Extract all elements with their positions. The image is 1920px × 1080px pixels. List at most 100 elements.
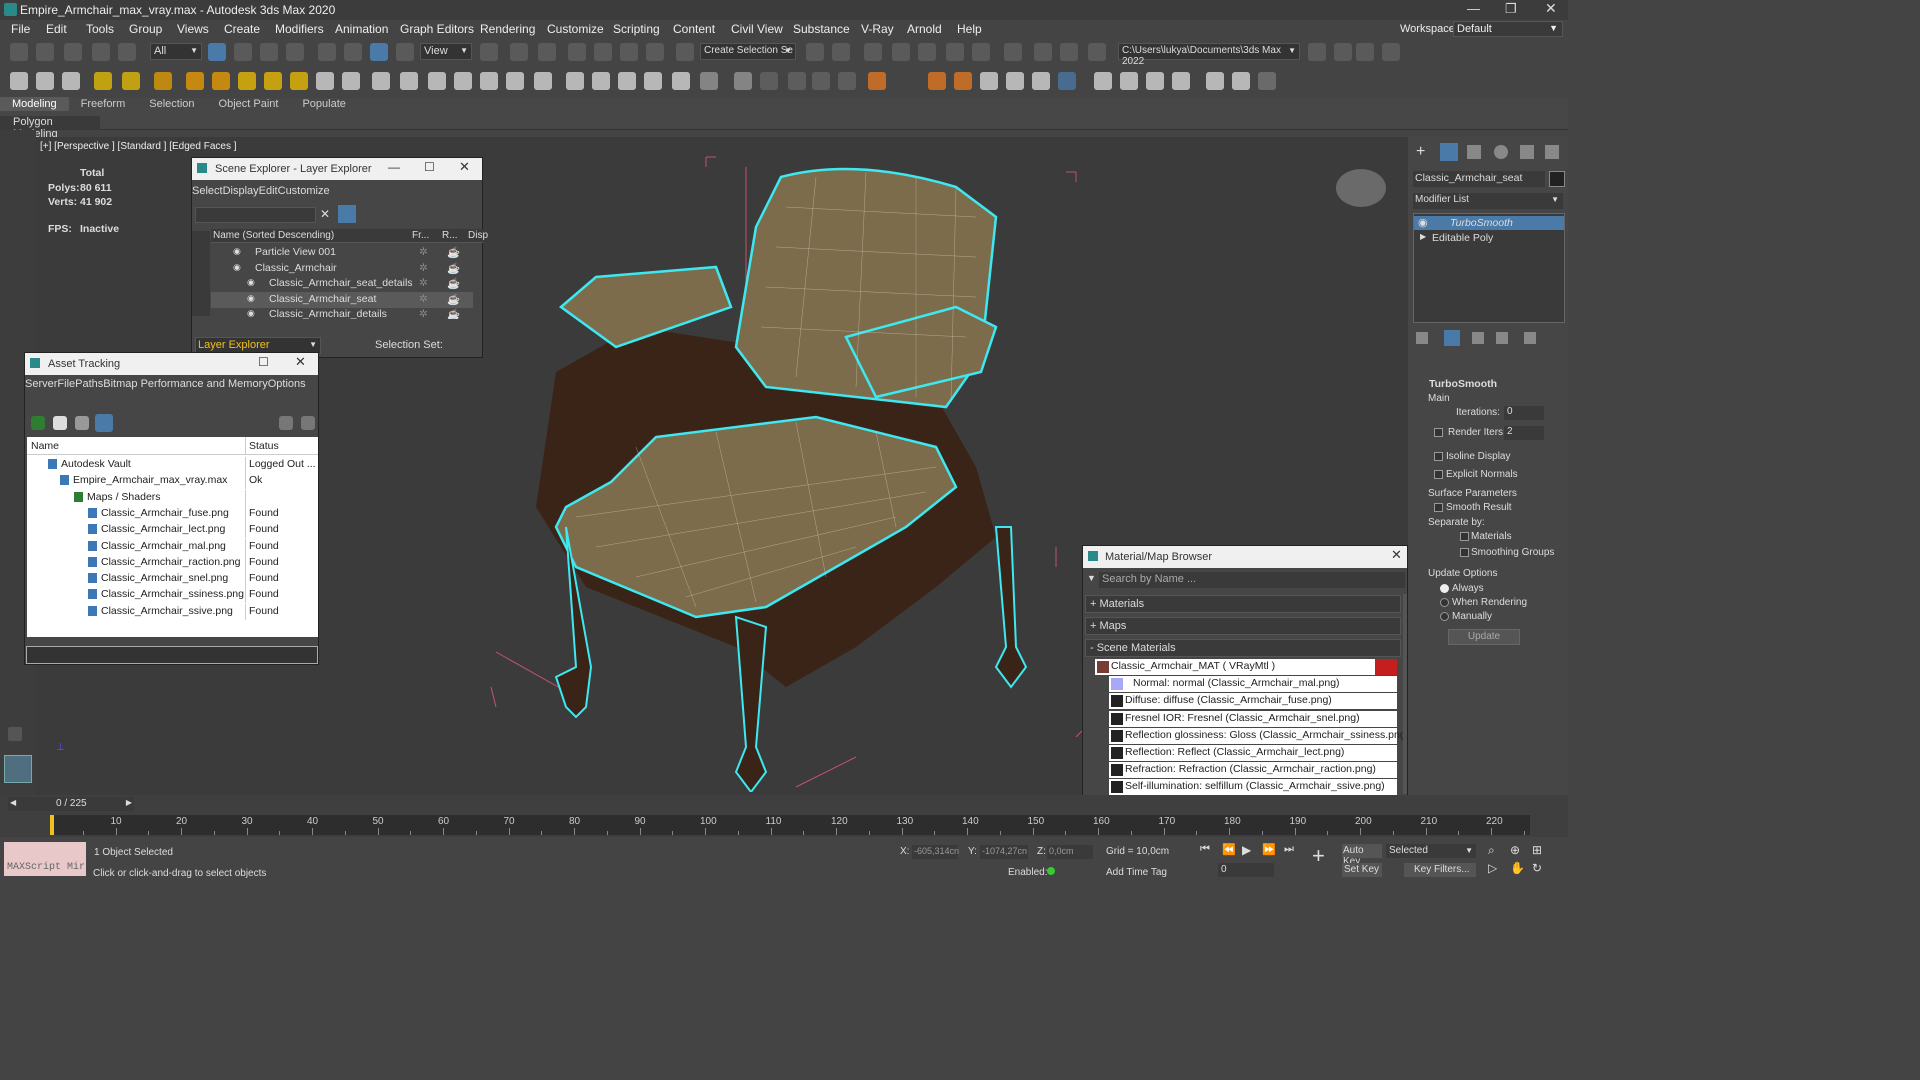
material-search-input[interactable]: Search by Name ...	[1099, 572, 1405, 588]
asset-row[interactable]: Classic_Armchair_ssiness.png Found	[27, 587, 318, 604]
close-icon[interactable]: ✕	[1545, 0, 1557, 17]
menu-item-modifiers[interactable]: Modifiers	[275, 22, 324, 36]
time-ruler[interactable]: 10 20 30 40 50 60 70 80 90 100 110 120 130 140 150 160 1…	[50, 815, 1530, 835]
clear-search-icon[interactable]: ✕	[320, 207, 330, 221]
toolbar-tool-icon[interactable]	[506, 72, 524, 90]
toolbar-tool-icon[interactable]	[644, 72, 662, 90]
zoom-icon[interactable]: ⌕	[1488, 843, 1495, 858]
scene-materials-group[interactable]: - Scene Materials	[1085, 639, 1401, 657]
tree-row[interactable]: ◉ Particle View 001 ✲ ☕	[211, 245, 473, 261]
toolbar-tool-icon[interactable]	[154, 72, 172, 90]
time-slider[interactable]: ◀ 0 / 225 ▶	[8, 797, 134, 811]
toolbar-tool-icon[interactable]	[618, 72, 636, 90]
auto-key-button[interactable]: Auto Key	[1342, 844, 1382, 867]
filter-icon[interactable]	[338, 205, 356, 223]
goto-start-icon[interactable]: ⏮	[1200, 843, 1210, 856]
toolbar-tool-icon[interactable]	[946, 43, 964, 61]
toolbar-tool-icon[interactable]	[1146, 72, 1164, 90]
toolbar-tool-icon[interactable]	[734, 72, 752, 90]
toolbar-tool-icon[interactable]	[480, 43, 498, 61]
menu-item-views[interactable]: Views	[177, 22, 209, 36]
display-tab-icon[interactable]	[1520, 145, 1534, 159]
menu-item-civil-view[interactable]: Civil View	[731, 22, 783, 36]
settings-icon[interactable]	[301, 416, 315, 430]
toolbar-tool-icon[interactable]	[788, 72, 806, 90]
toolbar-tool-icon[interactable]	[864, 43, 882, 61]
options-arrow-icon[interactable]: ▼	[1087, 573, 1096, 583]
x-coordinate[interactable]: -605,314cn	[912, 845, 959, 859]
toolbar-tool-icon[interactable]	[370, 43, 388, 61]
zoom-all-icon[interactable]: ⊕	[1510, 843, 1520, 857]
current-frame-field[interactable]: 0	[1218, 863, 1274, 877]
selection-filter-dropdown[interactable]: All ▼	[150, 43, 202, 60]
stack-turbosmooth[interactable]: ◉ TurboSmooth	[1414, 216, 1564, 230]
armchair-model[interactable]	[436, 147, 1136, 792]
add-time-tag[interactable]: Add Time Tag	[1106, 867, 1167, 878]
modify-tab-icon[interactable]	[1440, 143, 1458, 161]
toolbar-tool-icon[interactable]	[918, 43, 936, 61]
toolbar-tool-icon[interactable]	[260, 43, 278, 61]
pan-icon[interactable]: ✋	[1510, 861, 1525, 875]
scene-search-input[interactable]	[195, 207, 316, 223]
viewport-layout-icon[interactable]	[4, 755, 32, 783]
toolbar-tool-icon[interactable]	[538, 43, 556, 61]
iterations-spinner[interactable]: 0	[1504, 406, 1544, 420]
toolbar-tool-icon[interactable]	[568, 43, 586, 61]
toolbar-tool-icon[interactable]	[318, 43, 336, 61]
asset-row[interactable]: Classic_Armchair_lect.png Found	[27, 522, 318, 539]
toolbar-tool-icon[interactable]	[316, 72, 334, 90]
expand-arrow-icon[interactable]: ▶	[1420, 232, 1426, 241]
when-rendering-radio[interactable]	[1440, 598, 1449, 607]
zoom-extents-icon[interactable]: ⊞	[1532, 843, 1542, 857]
material-item[interactable]: Self-illumination: selfillum (Classic_Ar…	[1109, 779, 1397, 796]
tree-row[interactable]: ◉ Classic_Armchair_details ✲ ☕	[211, 307, 473, 319]
viewport-label[interactable]: [+] [Perspective ] [Standard ] [Edged Fa…	[40, 141, 237, 152]
toolbar-tool-icon[interactable]	[64, 43, 82, 61]
asset-tracking-titlebar[interactable]: Asset Tracking ☐ ✕	[25, 353, 318, 375]
toolbar-tool-icon[interactable]	[286, 43, 304, 61]
toolbar-tool-icon[interactable]	[566, 72, 584, 90]
material-browser-titlebar[interactable]: Material/Map Browser ✕	[1083, 546, 1407, 568]
toolbar-tool-icon[interactable]	[868, 72, 886, 90]
close-icon[interactable]: ✕	[459, 159, 470, 175]
make-unique-icon[interactable]	[1472, 332, 1484, 344]
menu-item-arnold[interactable]: Arnold	[907, 22, 942, 36]
maximize-icon[interactable]: ☐	[258, 355, 269, 369]
freeze-icon[interactable]: ✲	[419, 246, 428, 258]
tree-row[interactable]: ◉ Classic_Armchair_seat_details ✲ ☕	[211, 276, 473, 292]
toolbar-tool-icon[interactable]	[1032, 72, 1050, 90]
toolbar-tool-icon[interactable]	[264, 72, 282, 90]
menu-item-animation[interactable]: Animation	[335, 22, 388, 36]
toolbar-tool-icon[interactable]	[510, 43, 528, 61]
toolbar-tool-icon[interactable]	[1058, 72, 1076, 90]
menu-item-content[interactable]: Content	[673, 22, 715, 36]
material-item[interactable]: Fresnel IOR: Fresnel (Classic_Armchair_s…	[1109, 710, 1397, 727]
toolbar-tool-icon[interactable]	[428, 72, 446, 90]
asset-row[interactable]: Autodesk Vault Logged Out ...	[27, 457, 318, 473]
scene-menu-display[interactable]: Display	[223, 185, 259, 197]
toolbar-tool-icon[interactable]	[208, 43, 226, 61]
toolbar-tool-icon[interactable]	[122, 72, 140, 90]
play-icon[interactable]: ▶	[1242, 843, 1251, 857]
viewcube-icon[interactable]	[1336, 169, 1386, 207]
tree-row[interactable]: ◉ Classic_Armchair ✲ ☕	[211, 261, 473, 277]
toolbar-tool-icon[interactable]	[344, 43, 362, 61]
material-item[interactable]: Reflection: Reflect (Classic_Armchair_le…	[1109, 745, 1397, 761]
render-icon[interactable]: ☕	[447, 308, 460, 319]
menu-item-substance[interactable]: Substance	[793, 22, 850, 36]
material-item[interactable]: Normal: normal (Classic_Armchair_mal.png…	[1109, 676, 1397, 693]
motion-tab-icon[interactable]	[1494, 145, 1508, 159]
toolbar-tool-icon[interactable]	[342, 72, 360, 90]
toolbar-tool-icon[interactable]	[1258, 72, 1276, 90]
material-item[interactable]: Diffuse: diffuse (Classic_Armchair_fuse.…	[1109, 693, 1397, 710]
toolbar-tool-icon[interactable]	[700, 72, 718, 90]
object-color-swatch[interactable]	[1549, 171, 1565, 187]
workspace-dropdown[interactable]: Default ▼	[1453, 21, 1563, 37]
modifier-list-dropdown[interactable]: Modifier List ▼	[1413, 193, 1563, 209]
create-tab-icon[interactable]: +	[1416, 143, 1425, 161]
minimize-icon[interactable]: —	[388, 160, 400, 174]
freeze-icon[interactable]: ✲	[419, 277, 428, 289]
col-freeze[interactable]: Fr...	[412, 230, 429, 241]
explicit-normals-checkbox[interactable]	[1434, 470, 1443, 479]
show-end-result-icon[interactable]	[1444, 330, 1460, 346]
